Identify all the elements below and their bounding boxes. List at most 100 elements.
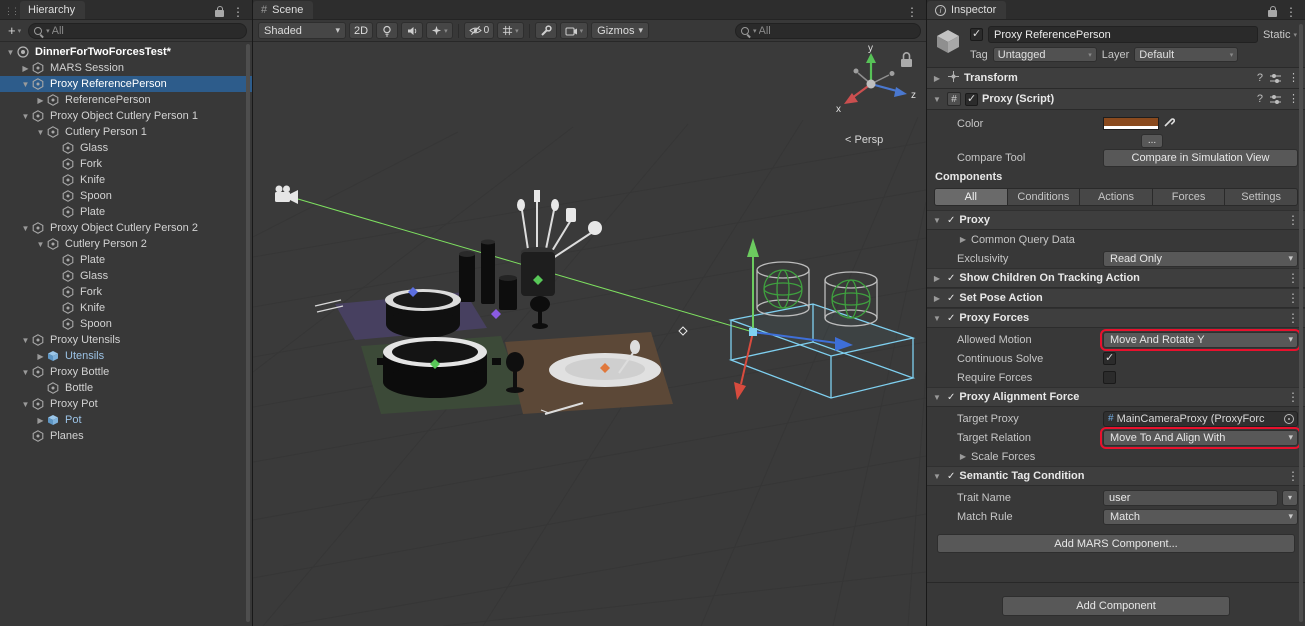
foldout-expanded-icon[interactable]: ▼ [931,95,943,104]
add-mars-component-button[interactable]: Add MARS Component... [937,534,1295,553]
hierarchy-item-proxy-object-cutlery-person-2[interactable]: ▼Proxy Object Cutlery Person 2 [0,220,252,236]
hierarchy-item-glass[interactable]: Glass [0,268,252,284]
target-relation-dropdown[interactable]: Move To And Align With ▾ [1103,430,1298,446]
persp-label[interactable]: < Persp [845,134,883,146]
tab-actions[interactable]: Actions [1080,189,1153,205]
gameobject-name-input[interactable] [988,26,1258,43]
layer-dropdown[interactable]: Default ▾ [1134,47,1238,62]
scene-search[interactable]: ▾ [735,23,921,39]
menu-icon[interactable]: ⋮ [1285,7,1297,17]
require-forces-checkbox[interactable] [1103,371,1116,384]
section-proxy-header[interactable]: ▼ ✓ Proxy ⋮ [927,210,1305,230]
hierarchy-item-fork[interactable]: Fork [0,284,252,300]
foldout-collapsed-icon[interactable]: ▶ [931,74,943,83]
foldout-expanded-icon[interactable]: ▼ [19,112,32,121]
hierarchy-item-proxy-object-cutlery-person-1[interactable]: ▼Proxy Object Cutlery Person 1 [0,108,252,124]
hierarchy-item-proxy-referenceperson[interactable]: ▼Proxy ReferencePerson [0,76,252,92]
hierarchy-item-bottle[interactable]: Bottle [0,380,252,396]
search-filter-icon[interactable]: ▾ [46,27,50,35]
continuous-solve-checkbox[interactable] [1103,352,1116,365]
color-field[interactable] [1103,116,1175,131]
compare-in-simulation-button[interactable]: Compare in Simulation View [1103,149,1298,167]
foldout-expanded-icon[interactable]: ▼ [19,336,32,345]
hierarchy-item-proxy-utensils[interactable]: ▼Proxy Utensils [0,332,252,348]
tag-dropdown[interactable]: Untagged ▾ [993,47,1097,62]
hierarchy-scrollbar[interactable] [246,44,250,622]
menu-icon[interactable]: ⋮ [1287,471,1299,481]
target-proxy-object-field[interactable]: # MainCameraProxy (ProxyForc [1103,411,1298,427]
effects-dropdown[interactable]: ▾ [426,22,453,39]
hierarchy-item-plate[interactable]: Plate [0,252,252,268]
static-dropdown[interactable]: Static ▾ [1263,29,1297,41]
scale-forces-foldout[interactable]: ▶ Scale Forces [927,447,1305,466]
create-button[interactable]: + ▾ [5,23,24,38]
section-semantic-tag-condition-header[interactable]: ▼ ✓ Semantic Tag Condition ⋮ [927,466,1305,486]
hierarchy-item-spoon[interactable]: Spoon [0,188,252,204]
section-show-children-header[interactable]: ▶ ✓ Show Children On Tracking Action ⋮ [927,268,1305,288]
transform-component-header[interactable]: ▶ Transform ? ⋮ [927,68,1305,89]
grid-visibility-dropdown[interactable]: ▾ [497,22,524,39]
hierarchy-item-utensils[interactable]: ▶Utensils [0,348,252,364]
hierarchy-item-planes[interactable]: Planes [0,428,252,444]
proxy-script-component-header[interactable]: ▼ # Proxy (Script) ? ⋮ [927,89,1305,110]
hierarchy-search[interactable]: ▾ [28,23,247,39]
hierarchy-item-cutlery-person-1[interactable]: ▼Cutlery Person 1 [0,124,252,140]
foldout-expanded-icon[interactable]: ▼ [34,240,47,249]
foldout-expanded-icon[interactable]: ▼ [4,48,17,57]
hierarchy-item-spoon[interactable]: Spoon [0,316,252,332]
inspector-scrollbar[interactable] [1299,24,1303,622]
menu-icon[interactable]: ⋮ [1287,392,1299,402]
lighting-toggle[interactable] [376,22,398,39]
common-query-data-foldout[interactable]: ▶ Common Query Data [927,230,1305,249]
foldout-collapsed-icon[interactable]: ▶ [931,274,943,283]
component-enabled-checkbox[interactable] [965,93,978,106]
foldout-expanded-icon[interactable]: ▼ [19,368,32,377]
eyedropper-icon[interactable] [1163,116,1175,131]
menu-icon[interactable]: ⋮ [1288,94,1299,104]
foldout-collapsed-icon[interactable]: ▶ [19,64,32,73]
foldout-expanded-icon[interactable]: ▼ [931,393,943,402]
scene-viewport[interactable]: y z x < Persp [253,42,926,626]
hierarchy-item-dinnerfortwoforcestest[interactable]: ▼DinnerForTwoForcesTest* [0,44,252,60]
foldout-expanded-icon[interactable]: ▼ [931,314,943,323]
proxy-color-swatch[interactable] [1103,117,1159,130]
foldout-expanded-icon[interactable]: ▼ [19,80,32,89]
menu-icon[interactable]: ⋮ [906,7,918,17]
menu-icon[interactable]: ⋮ [1288,73,1299,83]
tab-settings[interactable]: Settings [1225,189,1297,205]
gizmos-dropdown[interactable]: Gizmos ▾ [591,22,649,39]
foldout-collapsed-icon[interactable]: ▶ [34,96,47,105]
allowed-motion-dropdown[interactable]: Move And Rotate Y ▾ [1103,332,1298,348]
foldout-collapsed-icon[interactable]: ▶ [34,416,47,425]
section-set-pose-header[interactable]: ▶ ✓ Set Pose Action ⋮ [927,288,1305,308]
tab-forces[interactable]: Forces [1153,189,1226,205]
hierarchy-item-knife[interactable]: Knife [0,172,252,188]
foldout-expanded-icon[interactable]: ▼ [931,216,943,225]
lock-icon[interactable] [1268,10,1277,17]
foldout-expanded-icon[interactable]: ▼ [19,400,32,409]
help-icon[interactable]: ? [1257,93,1263,105]
tab-scene[interactable]: # Scene [253,1,313,19]
menu-icon[interactable]: ⋮ [1287,215,1299,225]
tab-conditions[interactable]: Conditions [1008,189,1081,205]
tab-all[interactable]: All [935,189,1008,205]
foldout-collapsed-icon[interactable]: ▶ [931,294,943,303]
section-proxy-alignment-force-header[interactable]: ▼ ✓ Proxy Alignment Force ⋮ [927,387,1305,407]
object-picker-icon[interactable] [1284,414,1294,424]
hierarchy-item-pot[interactable]: ▶Pot [0,412,252,428]
hierarchy-item-plate[interactable]: Plate [0,204,252,220]
exclusivity-dropdown[interactable]: Read Only ▾ [1103,251,1298,267]
foldout-collapsed-icon[interactable]: ▶ [34,352,47,361]
menu-icon[interactable]: ⋮ [232,7,244,17]
active-checkbox[interactable] [970,28,983,41]
menu-icon[interactable]: ⋮ [1287,293,1299,303]
foldout-expanded-icon[interactable]: ▼ [19,224,32,233]
search-filter-icon[interactable]: ▾ [753,27,757,35]
foldout-expanded-icon[interactable]: ▼ [931,472,943,481]
hierarchy-item-knife[interactable]: Knife [0,300,252,316]
2d-toggle[interactable]: 2D [349,22,373,39]
help-icon[interactable]: ? [1257,72,1263,84]
scene-visibility-toggle[interactable]: 0 [464,22,495,39]
tab-inspector[interactable]: i Inspector [927,1,1006,19]
hierarchy-item-proxy-bottle[interactable]: ▼Proxy Bottle [0,364,252,380]
